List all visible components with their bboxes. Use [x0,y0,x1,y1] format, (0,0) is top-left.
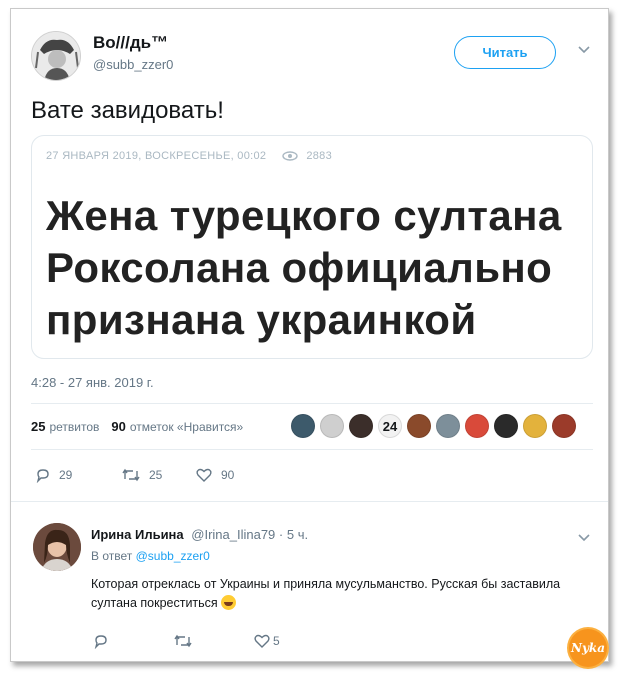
reply-reply-action[interactable] [93,633,109,649]
author-handle[interactable]: @subb_zzer0 [93,57,173,72]
liker-avatar[interactable] [436,414,460,438]
chevron-down-icon[interactable] [577,533,591,543]
retweet-icon [122,468,140,482]
reply-text-content: Которая отреклась от Украины и приняла м… [91,577,561,610]
card-date: 27 ЯНВАРЯ 2019, ВОСКРЕСЕНЬЕ, 00:02 [46,150,267,162]
liker-avatar[interactable] [465,414,489,438]
reply-icon [94,635,107,649]
reply-author-line: Ирина Ильина @Irina_Ilina79 · 5 ч. [91,527,308,542]
reply-author-avatar[interactable] [33,523,81,571]
reply-author-name[interactable]: Ирина Ильина [91,527,184,542]
author-avatar-image [32,32,80,80]
divider [31,403,593,404]
liker-avatar-badge[interactable]: 24 [378,414,402,438]
divider [11,501,608,502]
liker-badge-text: 24 [382,418,398,434]
reply-count: 29 [59,468,73,482]
reply-retweet-action[interactable] [173,633,193,649]
reply-icon [36,469,49,483]
reply-to-handle[interactable]: @subb_zzer0 [136,549,210,563]
link-card[interactable]: 27 ЯНВАРЯ 2019, ВОСКРЕСЕНЬЕ, 00:02 2883 … [31,135,593,359]
liker-avatar[interactable] [291,414,315,438]
card-views: 2883 [306,150,333,162]
retweet-icon [174,634,192,648]
tweet-timestamp[interactable]: 4:28 - 27 янв. 2019 г. [31,375,154,390]
like-count: 90 [221,468,235,482]
liker-avatar[interactable] [320,414,344,438]
nyka-watermark-logo: Nyka [569,629,607,667]
liker-avatar[interactable] [494,414,518,438]
card-headline: Жена турецкого султана Роксолана официал… [46,192,562,343]
like-action[interactable]: 90 [195,467,234,483]
liker-avatar[interactable] [407,414,431,438]
likes-label[interactable]: отметок «Нравится» [130,420,243,434]
liker-avatar[interactable] [349,414,373,438]
liker-avatars: 24 [291,414,581,438]
divider [31,449,593,450]
heart-icon [196,468,212,482]
author-name[interactable]: Во///дь™ [93,33,168,53]
likes-count[interactable]: 90 [111,419,125,434]
reply-to-prefix: В ответ [91,549,133,563]
eye-icon [282,151,299,161]
reply-to-line: В ответ @subb_zzer0 [91,549,210,563]
reply-avatar-image [33,523,81,571]
retweet-count: 25 [149,468,163,482]
liker-avatar[interactable] [552,414,576,438]
card-meta: 27 ЯНВАРЯ 2019, ВОСКРЕСЕНЬЕ, 00:02 2883 [46,150,332,162]
reply-text: Которая отреклась от Украины и приняла м… [91,575,561,613]
follow-button[interactable]: Читать [454,36,556,69]
reply-like-count: 5 [273,634,280,648]
reply-author-handle[interactable]: @Irina_Ilina79 [191,527,275,542]
reply-time[interactable]: · 5 ч. [279,527,308,542]
retweet-action[interactable]: 25 [121,467,162,483]
reply-action[interactable]: 29 [35,467,72,483]
grinning-emoji-icon [220,595,236,610]
tweet-stats: 25 ретвитов 90 отметок «Нравится» [31,419,243,434]
retweets-count[interactable]: 25 [31,419,45,434]
tweet-screenshot-frame: Во///дь™ @subb_zzer0 Читать Вате завидов… [10,8,609,667]
author-avatar[interactable] [31,31,81,81]
liker-avatar[interactable] [523,414,547,438]
heart-icon [254,634,270,648]
chevron-down-icon[interactable] [577,45,591,55]
tweet-text: Вате завидовать! [31,97,224,124]
retweets-label[interactable]: ретвитов [49,420,99,434]
reply-like-action[interactable]: 5 [253,633,280,649]
